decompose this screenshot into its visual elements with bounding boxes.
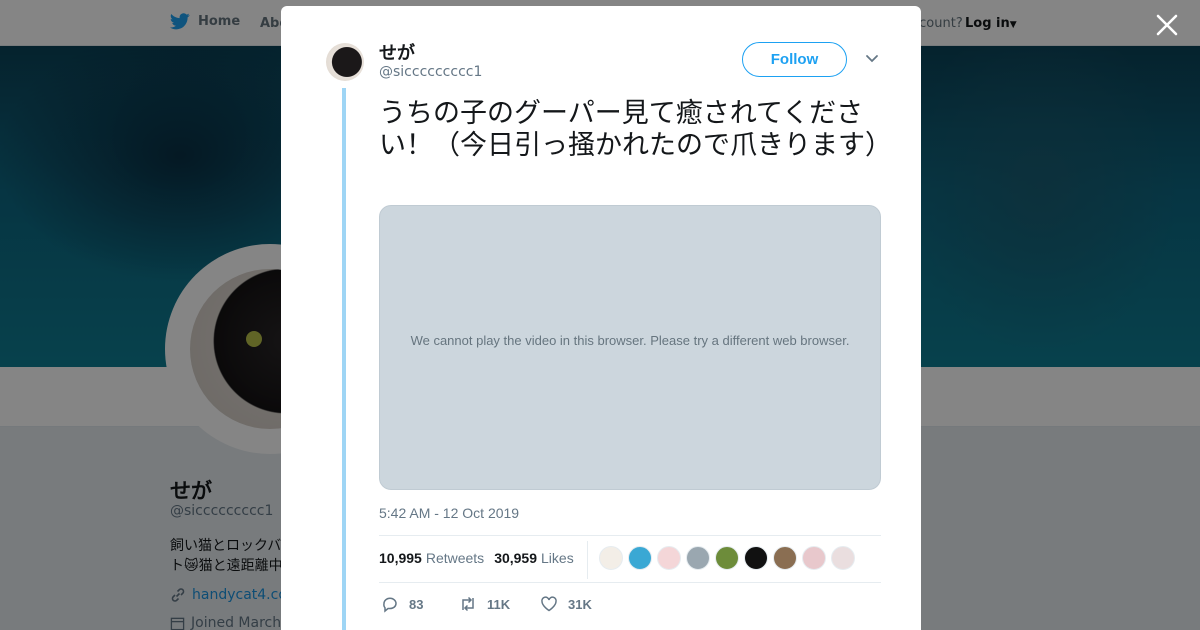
video-player[interactable]: We cannot play the video in this browser… xyxy=(379,205,881,490)
divider xyxy=(587,541,588,579)
liker-avatar[interactable] xyxy=(628,546,652,570)
likes-count: 30,959 xyxy=(494,550,538,566)
tweet-timestamp[interactable]: 5:42 AM - 12 Oct 2019 xyxy=(379,505,519,521)
thread-line xyxy=(342,88,346,630)
reply-button[interactable]: 83 xyxy=(381,595,459,613)
close-icon[interactable] xyxy=(1154,12,1180,38)
video-error-message: We cannot play the video in this browser… xyxy=(410,333,850,348)
reply-count: 83 xyxy=(409,596,424,612)
liker-avatar[interactable] xyxy=(715,546,739,570)
heart-icon xyxy=(541,596,557,612)
retweets-label: Retweets xyxy=(425,550,485,566)
likes-label: Likes xyxy=(541,550,574,566)
tweet-modal: せが @siccccccccc1 Follow うちの子のグーパー見て癒されてく… xyxy=(281,6,921,630)
retweets-stat[interactable]: 10,995 Retweets xyxy=(379,550,484,566)
liker-avatar[interactable] xyxy=(599,546,623,570)
liker-avatars xyxy=(599,546,855,570)
liker-avatar[interactable] xyxy=(657,546,681,570)
liker-avatar[interactable] xyxy=(686,546,710,570)
author-avatar[interactable] xyxy=(326,43,364,81)
divider xyxy=(379,535,881,536)
reply-icon xyxy=(383,597,397,613)
tweet-actions: 83 11K 31K xyxy=(381,595,592,613)
retweet-button[interactable]: 11K xyxy=(459,595,540,613)
retweet-icon xyxy=(462,596,474,612)
tweet-stats: 10,995 Retweets 30,959 Likes xyxy=(379,550,574,566)
likes-stat[interactable]: 30,959 Likes xyxy=(494,550,574,566)
liker-avatar[interactable] xyxy=(802,546,826,570)
tweet-text: うちの子のグーパー見て癒されてください！（今日引っ掻かれたので爪きります） xyxy=(379,98,892,161)
follow-button[interactable]: Follow xyxy=(742,42,847,77)
liker-avatar[interactable] xyxy=(831,546,855,570)
author-name[interactable]: せが xyxy=(379,39,415,65)
chevron-down-icon[interactable] xyxy=(865,54,879,64)
liker-avatar[interactable] xyxy=(773,546,797,570)
retweets-count: 10,995 xyxy=(379,550,422,566)
like-button[interactable]: 31K xyxy=(540,595,592,613)
author-handle[interactable]: @siccccccccc1 xyxy=(379,64,482,80)
divider xyxy=(379,582,881,583)
like-count: 31K xyxy=(568,596,592,612)
retweet-count: 11K xyxy=(487,596,511,612)
liker-avatar[interactable] xyxy=(744,546,768,570)
